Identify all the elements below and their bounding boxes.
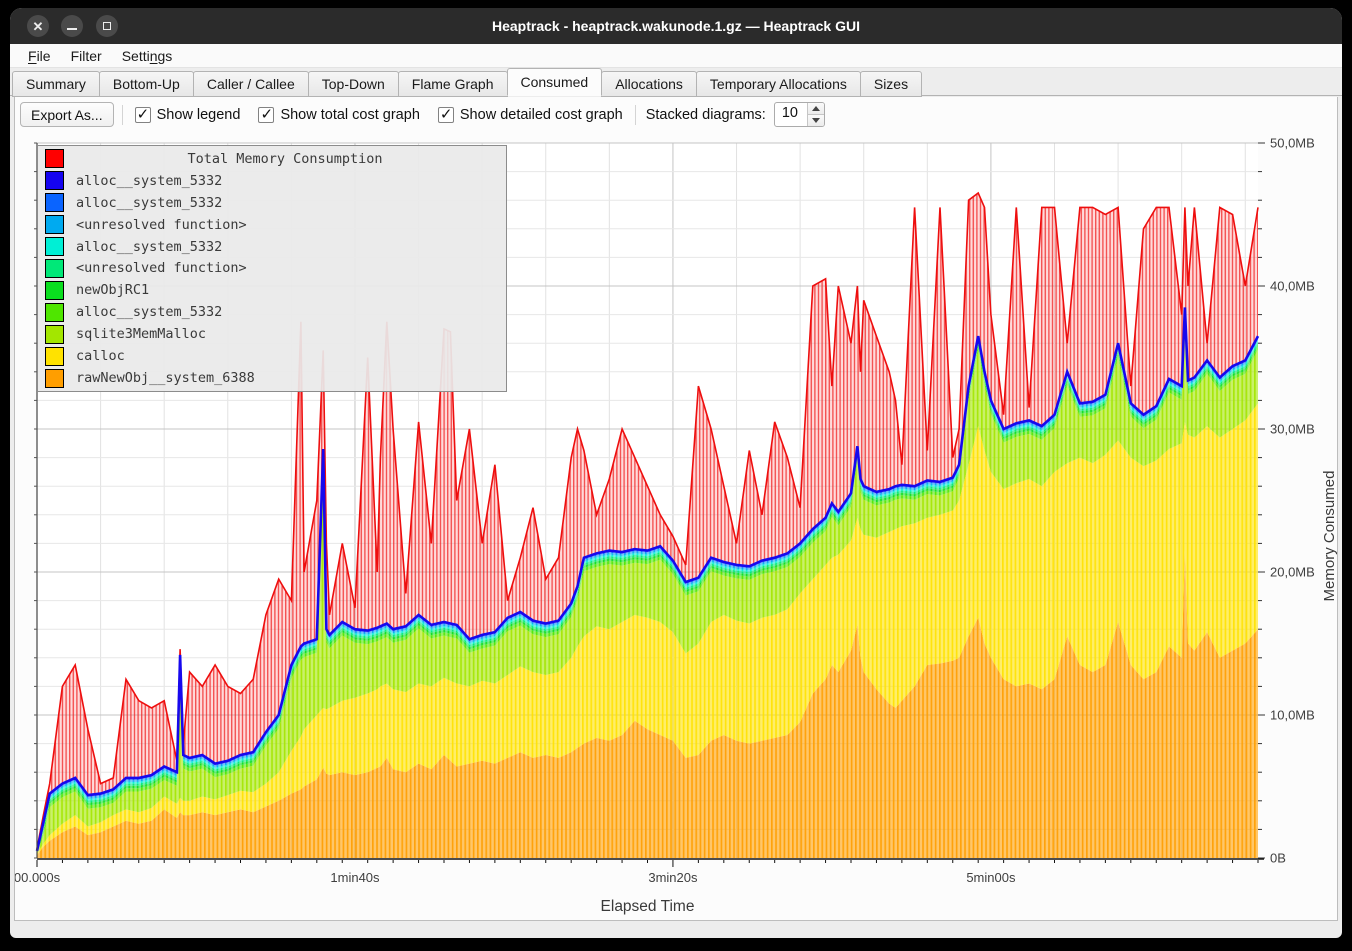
x-tick-label: 3min20s <box>648 870 698 885</box>
legend-label: alloc__system_5332 <box>64 304 222 320</box>
legend-row: newObjRC1 <box>38 279 506 301</box>
export-as-button[interactable]: Export As... <box>20 102 114 127</box>
legend-row: alloc__system_5332 <box>38 192 506 214</box>
chart-legend: Total Memory Consumption alloc__system_53… <box>37 145 507 392</box>
y-tick-label: 10,0MB <box>1270 708 1315 723</box>
stacked-diagrams-spinner[interactable]: 10 <box>774 102 825 127</box>
legend-swatch-icon <box>45 171 64 190</box>
tab-allocations[interactable]: Allocations <box>601 71 697 97</box>
checkbox-icon[interactable]: ✓ <box>258 107 274 123</box>
spinner-value[interactable]: 10 <box>775 103 807 126</box>
legend-row: calloc <box>38 345 506 367</box>
toolbar-separator <box>635 105 636 125</box>
legend-row: alloc__system_5332 <box>38 170 506 192</box>
legend-row: <unresolved function> <box>38 258 506 280</box>
y-axis-title: Memory Consumed <box>1321 446 1339 626</box>
legend-row: Total Memory Consumption <box>38 148 506 170</box>
tab-bar: SummaryBottom-UpCaller / CalleeTop-DownF… <box>10 68 1342 96</box>
x-tick-label: 5min00s <box>966 870 1016 885</box>
x-tick-label: 00.000s <box>15 870 61 885</box>
legend-label: alloc__system_5332 <box>64 195 222 211</box>
menu-file[interactable]: File <box>18 46 61 66</box>
tab-top-down[interactable]: Top-Down <box>308 71 399 97</box>
menu-settings[interactable]: Settings <box>112 46 183 66</box>
tab-summary[interactable]: Summary <box>12 71 100 97</box>
checkbox-label: Show total cost graph <box>280 107 419 123</box>
title-bar[interactable]: ✕ Heaptrack - heaptrack.wakunode.1.gz — … <box>10 8 1342 44</box>
legend-swatch-icon <box>45 281 64 300</box>
legend-label: rawNewObj__system_6388 <box>64 370 255 386</box>
legend-swatch-icon <box>45 259 64 278</box>
tab-flame-graph[interactable]: Flame Graph <box>398 71 508 97</box>
y-tick-label: 40,0MB <box>1270 279 1315 294</box>
legend-swatch-icon <box>45 215 64 234</box>
tab-caller-callee[interactable]: Caller / Callee <box>193 71 309 97</box>
tab-temporary-allocations[interactable]: Temporary Allocations <box>696 71 861 97</box>
tab-consumed[interactable]: Consumed <box>507 68 603 96</box>
y-tick-label: 50,0MB <box>1270 136 1315 151</box>
consumed-tab-page: Export As... ✓ Show legend ✓ Show total cos… <box>14 97 1338 921</box>
chevron-up-icon <box>812 106 820 111</box>
x-axis-title: Elapsed Time <box>601 898 695 915</box>
legend-row: sqlite3MemMalloc <box>38 323 506 345</box>
legend-label: alloc__system_5332 <box>64 239 222 255</box>
legend-label: <unresolved function> <box>64 217 247 233</box>
spinner-down-button[interactable] <box>808 114 824 126</box>
screen: { "window": { "title": "Heaptrack - heap… <box>0 0 1352 951</box>
legend-row: alloc__system_5332 <box>38 236 506 258</box>
y-tick-label: 0B <box>1270 851 1286 866</box>
legend-swatch-icon <box>45 237 64 256</box>
legend-swatch-icon <box>45 369 64 388</box>
checkbox-icon[interactable]: ✓ <box>135 107 151 123</box>
legend-label: sqlite3MemMalloc <box>64 326 206 342</box>
legend-swatch-icon <box>45 325 64 344</box>
checkbox-show-detailed-cost-graph[interactable]: ✓ Show detailed cost graph <box>434 107 627 123</box>
menu-filter[interactable]: Filter <box>61 46 112 66</box>
legend-label: <unresolved function> <box>64 260 247 276</box>
x-tick-label: 1min40s <box>330 870 380 885</box>
toolbar-separator <box>122 105 123 125</box>
spinner-up-button[interactable] <box>808 103 824 114</box>
tab-bottom-up[interactable]: Bottom-Up <box>99 71 194 97</box>
legend-label: calloc <box>64 348 125 364</box>
y-tick-label: 20,0MB <box>1270 565 1315 580</box>
chevron-down-icon <box>812 118 820 123</box>
legend-row: alloc__system_5332 <box>38 301 506 323</box>
legend-label: alloc__system_5332 <box>64 173 222 189</box>
checkbox-label: Show detailed cost graph <box>460 107 623 123</box>
checkbox-label: Show legend <box>157 107 241 123</box>
checkbox-icon[interactable]: ✓ <box>438 107 454 123</box>
legend-row: <unresolved function> <box>38 214 506 236</box>
checkbox-show-total-cost-graph[interactable]: ✓ Show total cost graph <box>254 107 423 123</box>
heaptrack-window: ✕ Heaptrack - heaptrack.wakunode.1.gz — … <box>10 8 1342 938</box>
window-title: Heaptrack - heaptrack.wakunode.1.gz — He… <box>10 8 1342 44</box>
y-tick-label: 30,0MB <box>1270 422 1315 437</box>
memory-consumption-chart[interactable]: 00.000s 1min40s 3min20s 5min00s 0B 10,0MB 20,0… <box>15 133 1337 919</box>
stacked-diagrams-label: Stacked diagrams: <box>646 107 766 123</box>
tab-sizes[interactable]: Sizes <box>860 71 922 97</box>
legend-label: Total Memory Consumption <box>64 151 506 167</box>
checkbox-show-legend[interactable]: ✓ Show legend <box>131 107 245 123</box>
legend-swatch-icon <box>45 193 64 212</box>
legend-row: rawNewObj__system_6388 <box>38 367 506 389</box>
toolbar: Export As... ✓ Show legend ✓ Show total cos… <box>15 97 1337 132</box>
legend-label: newObjRC1 <box>64 282 149 298</box>
legend-swatch-icon <box>45 149 64 168</box>
legend-swatch-icon <box>45 303 64 322</box>
menu-bar: FileFilterSettings <box>10 44 1342 68</box>
legend-swatch-icon <box>45 347 64 366</box>
